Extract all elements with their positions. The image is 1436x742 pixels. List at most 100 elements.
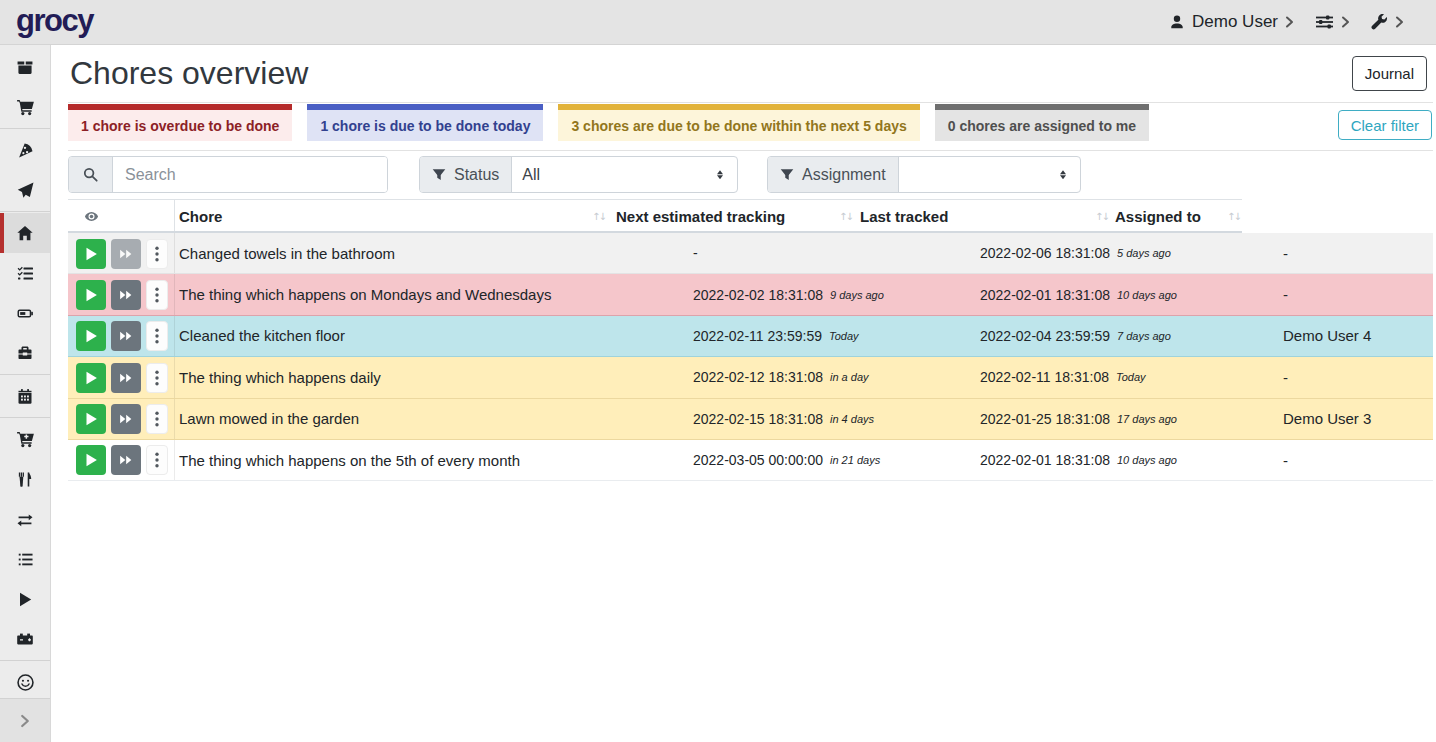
chore-name[interactable]: Lawn mowed in the garden: [179, 399, 359, 439]
sort-icon[interactable]: ↑↓: [1095, 200, 1108, 232]
row-menu-button[interactable]: [146, 404, 168, 434]
journal-button[interactable]: Journal: [1352, 56, 1427, 91]
equipment-icon: [16, 345, 34, 361]
chore-name[interactable]: The thing which happens daily: [179, 357, 381, 397]
last-tracked-ago: 5 days ago: [1117, 247, 1171, 259]
sidebar-divider: [0, 128, 50, 129]
main-content: Chores overview Journal 1 chore is overd…: [52, 45, 1436, 742]
divider: [68, 150, 1433, 151]
sidebar-divider: [0, 374, 50, 375]
chore-name[interactable]: The thing which happens on the 5th of ev…: [179, 440, 520, 480]
assigned-to-value: Demo User 3: [1283, 399, 1371, 439]
table-body: Changed towels in the bathroom - 2022-02-0…: [68, 233, 1433, 481]
banner-assigned[interactable]: 0 chores are assigned to me: [935, 104, 1149, 141]
skip-chore-button[interactable]: [111, 363, 141, 393]
last-tracked-ago: Today: [1116, 371, 1146, 383]
assigned-to-value: -: [1283, 274, 1288, 314]
settings-sliders-icon[interactable]: [1315, 14, 1334, 30]
sidebar-item-user[interactable]: [0, 662, 50, 702]
row-menu-button[interactable]: [146, 445, 168, 475]
sidebar-item-chores[interactable]: [0, 213, 50, 253]
next-tracking-value: -: [693, 245, 698, 261]
transfer-icon: [16, 512, 34, 527]
user-menu[interactable]: Demo User: [1192, 12, 1278, 32]
last-tracked-ago: 7 days ago: [1117, 330, 1171, 342]
skip-chore-button[interactable]: [111, 445, 141, 475]
sidebar-item-tasks[interactable]: [0, 253, 50, 293]
row-menu-button[interactable]: [146, 280, 168, 310]
skip-chore-button[interactable]: [111, 404, 141, 434]
next-tracking-value: 2022-02-02 18:31:08: [693, 287, 823, 303]
batteries-icon: [16, 306, 35, 321]
sidebar-item-transfer[interactable]: [0, 499, 50, 539]
chore-tracking-icon: [17, 591, 33, 608]
sidebar-item-inventory[interactable]: [0, 539, 50, 579]
track-chore-button[interactable]: [76, 445, 106, 475]
sidebar-item-chore-tracking[interactable]: [0, 579, 50, 619]
sidebar-item-shopping-cart[interactable]: [0, 87, 50, 127]
sidebar-item-stock[interactable]: [0, 47, 50, 87]
row-menu-button[interactable]: [146, 363, 168, 393]
sidebar-item-consume[interactable]: [0, 459, 50, 499]
sidebar-item-batteries[interactable]: [0, 293, 50, 333]
tasks-icon: [17, 265, 34, 281]
track-chore-button[interactable]: [76, 404, 106, 434]
search-input[interactable]: [113, 157, 387, 192]
next-tracking-value: 2022-02-11 23:59:59: [693, 328, 822, 344]
sidebar-item-calendar[interactable]: [0, 376, 50, 416]
track-chore-button[interactable]: [76, 239, 106, 269]
chore-row: The thing which happens on the 5th of ev…: [68, 440, 1433, 481]
eye-icon[interactable]: [84, 200, 99, 232]
last-tracked-value: 2022-02-06 18:31:08: [980, 245, 1110, 261]
next-tracking-ago: Today: [829, 330, 859, 342]
chore-row: The thing which happens on Mondays and W…: [68, 274, 1433, 315]
track-chore-button[interactable]: [76, 363, 106, 393]
chores-icon: [16, 225, 34, 242]
banner-overdue[interactable]: 1 chore is overdue to be done: [68, 104, 292, 141]
chore-name[interactable]: Cleaned the kitchen floor: [179, 316, 345, 356]
banner-due-soon[interactable]: 3 chores are due to be done within the n…: [558, 104, 919, 141]
skip-chore-button[interactable]: [111, 321, 141, 351]
last-tracked-value: 2022-02-11 18:31:08: [980, 369, 1109, 385]
next-tracking-value: 2022-02-15 18:31:08: [693, 411, 823, 427]
last-tracked-value: 2022-02-04 23:59:59: [980, 328, 1110, 344]
filter-bar: Status All Assignment: [52, 156, 1436, 193]
column-header-last[interactable]: Last tracked: [860, 200, 948, 232]
track-chore-button[interactable]: [76, 280, 106, 310]
sidebar-item-meal-plan[interactable]: [0, 170, 50, 210]
sidebar-item-recipes[interactable]: [0, 130, 50, 170]
user-icon: [1169, 14, 1185, 30]
clear-filter-button[interactable]: Clear filter: [1338, 110, 1432, 140]
sort-icon[interactable]: ↑↓: [1227, 200, 1240, 232]
filter-icon: [432, 168, 446, 182]
column-header-chore[interactable]: Chore: [179, 200, 222, 232]
wrench-icon[interactable]: [1371, 14, 1388, 31]
sidebar-item-purchase[interactable]: [0, 419, 50, 459]
assigned-to-value: -: [1283, 233, 1288, 273]
skip-chore-button[interactable]: [111, 280, 141, 310]
sidebar-item-battery-tracking[interactable]: [0, 619, 50, 659]
sort-icon[interactable]: ↑↓: [592, 200, 605, 232]
sidebar-item-equipment[interactable]: [0, 333, 50, 373]
column-header-assigned[interactable]: Assigned to: [1115, 200, 1201, 232]
assigned-to-value: -: [1283, 357, 1288, 397]
last-tracked-ago: 10 days ago: [1117, 289, 1177, 301]
top-navbar: grocy Demo User: [0, 0, 1436, 45]
assignment-select[interactable]: [899, 157, 1080, 192]
next-tracking-ago: in a day: [830, 371, 869, 383]
status-select[interactable]: All: [512, 157, 737, 192]
next-tracking-ago: in 4 days: [830, 413, 874, 425]
meal-plan-icon: [17, 182, 34, 199]
row-menu-button[interactable]: [146, 239, 168, 269]
row-menu-button[interactable]: [146, 321, 168, 351]
grocy-logo[interactable]: grocy: [16, 3, 93, 39]
banner-due-today[interactable]: 1 chore is due to be done today: [307, 104, 543, 141]
recipes-icon: [17, 142, 34, 159]
chore-name[interactable]: Changed towels in the bathroom: [179, 233, 395, 273]
chore-name[interactable]: The thing which happens on Mondays and W…: [179, 274, 551, 314]
column-header-next[interactable]: Next estimated tracking: [616, 200, 785, 232]
sort-icon[interactable]: ↑↓: [839, 200, 852, 232]
last-tracked-ago: 10 days ago: [1117, 454, 1177, 466]
sidebar-collapse-toggle[interactable]: [0, 698, 50, 742]
track-chore-button[interactable]: [76, 321, 106, 351]
